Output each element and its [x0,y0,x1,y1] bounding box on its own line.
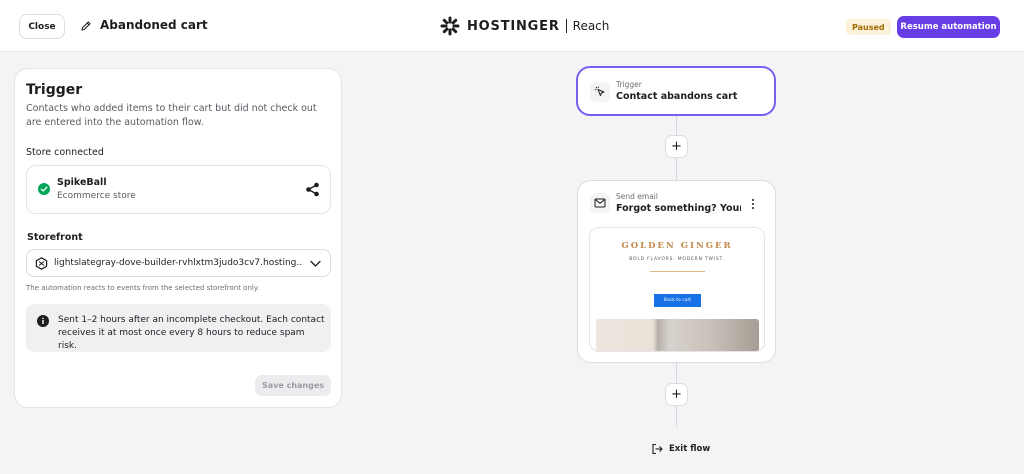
flow-connector [676,406,677,427]
trigger-node-title: Contact abandons cart [616,91,738,102]
close-button[interactable]: Close [19,14,65,39]
top-bar: Close Abandoned cart HOSTINGER Reach Pau… [0,0,1024,52]
envelope-icon [594,198,606,208]
panel-title: Trigger [26,82,83,98]
panel-description: Contacts who added items to their cart b… [26,103,317,128]
email-icon-box [590,193,610,213]
hostinger-logo-icon [440,16,460,36]
cursor-click-icon [594,86,605,97]
resume-automation-button[interactable]: Resume automation [897,16,1000,38]
email-cta-button: Back to cart [654,294,701,307]
flow-connector [676,158,677,180]
send-email-node[interactable]: Send email Forgot something? Your ... GO… [577,180,776,363]
logo-product-name: Reach [572,19,610,33]
share-nodes-icon[interactable] [305,182,320,197]
info-icon [37,315,49,327]
storefront-selected-value: lightslategray-dove-builder-rvhlxtm3judo… [54,258,302,268]
email-brand-name: GOLDEN GINGER [621,241,733,251]
store-type: Ecommerce store [57,191,136,201]
logo-text: HOSTINGER [467,18,560,34]
flow-connector [676,363,677,383]
exit-flow-label: Exit flow [669,444,711,454]
exit-flow-node[interactable]: Exit flow [651,442,710,456]
flow-connector [676,116,677,135]
chevron-down-icon [310,260,321,267]
exit-icon [652,443,663,455]
email-node-caption: Send email [616,192,658,201]
add-step-button[interactable]: + [665,135,688,158]
storefront-select[interactable]: lightslategray-dove-builder-rvhlxtm3judo… [26,249,331,277]
status-badge: Paused [846,19,891,35]
trigger-node-caption: Trigger [616,80,642,89]
storefront-logo-icon [35,257,48,270]
add-step-button[interactable]: + [665,383,688,406]
more-vertical-icon[interactable] [750,198,756,210]
page-title: Abandoned cart [100,18,208,32]
save-changes-button[interactable]: Save changes [255,375,331,396]
email-preview[interactable]: GOLDEN GINGER BOLD FLAVORS. MODERN TWIST… [589,227,765,352]
info-notice: Sent 1–2 hours after an incomplete check… [26,304,331,352]
trigger-icon-box [590,82,610,102]
storefront-hint: The automation reacts to events from the… [26,284,260,292]
email-hero-image [596,319,759,351]
store-name: SpikeBall [57,177,107,188]
pencil-icon[interactable] [80,20,92,32]
trigger-settings-panel: Trigger Contacts who added items to thei… [14,68,342,408]
email-divider [650,271,705,272]
store-connected-label: Store connected [26,147,104,158]
hostinger-logo: HOSTINGER Reach [440,15,609,37]
check-circle-icon [38,183,50,195]
trigger-node[interactable]: Trigger Contact abandons cart [576,66,776,116]
connected-store-card: SpikeBall Ecommerce store [26,165,331,214]
storefront-label: Storefront [27,232,83,243]
logo-divider [565,19,567,33]
email-brand-tagline: BOLD FLAVORS. MODERN TWIST. [629,257,725,262]
email-node-title: Forgot something? Your ... [616,203,741,214]
info-text: Sent 1–2 hours after an incomplete check… [58,315,325,351]
